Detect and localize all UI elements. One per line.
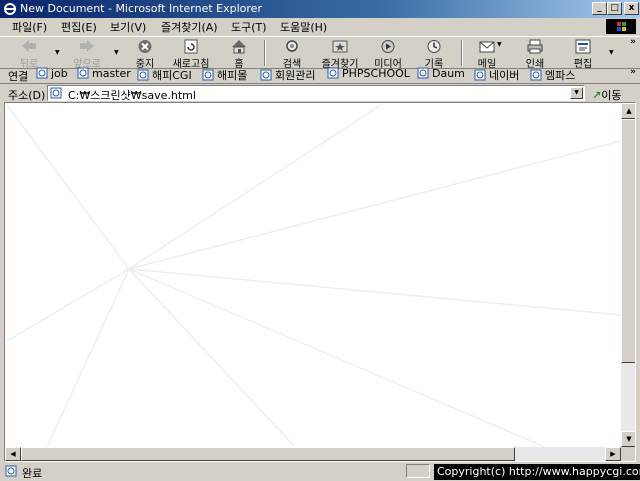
link-empas-label: 엠파스 — [545, 69, 576, 82]
edit-dropdown-icon[interactable]: ▼ — [609, 49, 614, 56]
address-dropdown-icon[interactable]: ▼ — [570, 87, 583, 99]
horizontal-scrollbar[interactable]: ◀ ▶ — [5, 447, 621, 461]
menu-favorites[interactable]: 즐겨찾기(A) — [161, 19, 218, 35]
menu-edit[interactable]: 편집(E) — [61, 19, 97, 35]
link-master[interactable]: master — [77, 67, 131, 82]
refresh-button[interactable]: 새로고침 — [168, 39, 214, 70]
vertical-scroll-thumb[interactable] — [621, 119, 635, 363]
address-input[interactable]: C:₩스크린샷₩save.html ▼ — [47, 85, 585, 102]
go-arrow-icon: ↗ — [592, 89, 602, 102]
mail-dropdown-icon[interactable]: ▼ — [497, 41, 502, 48]
toolbar-separator — [461, 40, 463, 66]
link-master-label: master — [92, 67, 131, 80]
menu-bar: 파일(F) 편집(E) 보기(V) 즐겨찾기(A) 도구(T) 도움말(H) — [0, 18, 640, 35]
history-icon — [427, 40, 441, 53]
scroll-corner — [621, 447, 635, 461]
history-button[interactable]: 기록 — [416, 39, 452, 70]
edit-icon — [575, 39, 591, 54]
scroll-right-icon[interactable]: ▶ — [605, 447, 621, 461]
stop-button[interactable]: 중지 — [126, 39, 164, 70]
menu-help[interactable]: 도움말(H) — [280, 19, 327, 35]
home-icon — [232, 40, 246, 54]
back-dropdown-icon[interactable]: ▼ — [55, 49, 60, 56]
address-bar: 주소(D) C:₩스크린샷₩save.html ▼ ↗이동 — [0, 84, 640, 103]
link-member-admin[interactable]: 회원관리 — [260, 67, 315, 82]
address-value: C:₩스크린샷₩save.html — [68, 89, 196, 102]
page-icon — [202, 69, 214, 81]
horizontal-scroll-thumb[interactable] — [21, 447, 515, 461]
favorites-icon — [332, 40, 348, 53]
link-member-admin-label: 회원관리 — [275, 69, 316, 82]
scroll-up-icon[interactable]: ▲ — [621, 103, 635, 119]
windows-logo-icon — [606, 19, 636, 34]
link-empas[interactable]: 엠파스 — [530, 67, 575, 82]
refresh-icon — [184, 39, 198, 54]
search-button[interactable]: 검색 — [274, 39, 310, 70]
page-icon — [137, 69, 149, 81]
forward-button[interactable]: 앞으로 — [64, 39, 110, 70]
ie-logo-icon — [4, 3, 16, 15]
link-happymall[interactable]: 해피몰 — [202, 67, 247, 82]
page-done-icon — [5, 465, 17, 477]
scroll-left-icon[interactable]: ◀ — [5, 447, 21, 461]
window-title: New Document - Microsoft Internet Explor… — [20, 2, 262, 15]
scroll-down-icon[interactable]: ▼ — [621, 431, 635, 447]
links-more-chevron-icon[interactable]: » — [630, 67, 636, 77]
menu-view[interactable]: 보기(V) — [110, 19, 146, 35]
link-naver[interactable]: 네이버 — [474, 67, 519, 82]
page-icon — [77, 67, 89, 79]
status-text: 완료 — [22, 467, 43, 480]
page-icon — [36, 67, 48, 79]
forward-dropdown-icon[interactable]: ▼ — [114, 49, 119, 56]
title-bar: New Document - Microsoft Internet Explor… — [0, 0, 640, 18]
close-button[interactable]: x — [624, 2, 639, 15]
back-button[interactable]: 뒤로 — [8, 39, 50, 70]
print-button[interactable]: 인쇄 — [518, 39, 552, 70]
link-happycgi-label: 해피CGI — [152, 69, 192, 82]
status-pane — [406, 464, 430, 478]
toolbar-more-chevron-icon[interactable]: » — [630, 37, 636, 47]
page-icon — [474, 69, 486, 81]
media-button[interactable]: 미디어 — [370, 39, 406, 70]
edit-button[interactable]: 편집 — [566, 39, 600, 70]
link-naver-label: 네이버 — [489, 69, 520, 82]
media-icon — [381, 40, 395, 53]
print-icon — [527, 39, 543, 54]
maximize-button[interactable]: □ — [607, 2, 622, 15]
page-icon — [417, 67, 429, 79]
link-daum[interactable]: Daum — [417, 67, 465, 82]
background-rays-graphic — [6, 104, 621, 447]
page-icon — [260, 69, 272, 81]
go-button[interactable]: ↗이동 — [592, 87, 621, 103]
toolbar-separator — [264, 40, 266, 66]
mail-icon — [479, 41, 495, 53]
vertical-scrollbar[interactable]: ▲ ▼ — [621, 103, 635, 447]
page-viewport[interactable]: ▲ ▼ ◀ ▶ — [4, 102, 636, 462]
menu-file[interactable]: 파일(F) — [12, 19, 47, 35]
page-icon — [327, 67, 339, 79]
link-phpschool-label: PHPSCHOOL — [342, 67, 410, 80]
copyright-watermark: Copyright(c) http://www.happycgi.com — [434, 464, 640, 480]
link-phpschool[interactable]: PHPSCHOOL — [327, 67, 410, 82]
link-job[interactable]: job — [36, 67, 68, 82]
home-button[interactable]: 홈 — [222, 39, 256, 70]
go-label: 이동 — [601, 89, 622, 102]
search-icon — [286, 40, 298, 52]
page-icon — [530, 69, 542, 81]
page-icon — [50, 87, 62, 99]
link-job-label: job — [51, 67, 68, 80]
link-happymall-label: 해피몰 — [217, 69, 248, 82]
standard-toolbar: 뒤로 ▼ 앞으로 ▼ 중지 새로고침 홈 검색 즐겨찾기 미디어 기록 메일 ▼ — [0, 36, 640, 70]
menu-tools[interactable]: 도구(T) — [231, 19, 267, 35]
forward-arrow-icon — [80, 40, 94, 52]
minimize-button[interactable]: _ — [592, 2, 607, 15]
links-bar: 연결 job master 해피CGI 해피몰 회원관리 PHPSCHOOL D… — [0, 66, 640, 84]
address-label: 주소(D) — [8, 89, 46, 102]
stop-icon — [138, 40, 152, 53]
link-daum-label: Daum — [432, 67, 465, 80]
back-arrow-icon — [22, 40, 36, 52]
link-happycgi[interactable]: 해피CGI — [137, 67, 192, 82]
links-label: 연결 — [8, 70, 29, 83]
favorites-button[interactable]: 즐겨찾기 — [316, 39, 364, 70]
